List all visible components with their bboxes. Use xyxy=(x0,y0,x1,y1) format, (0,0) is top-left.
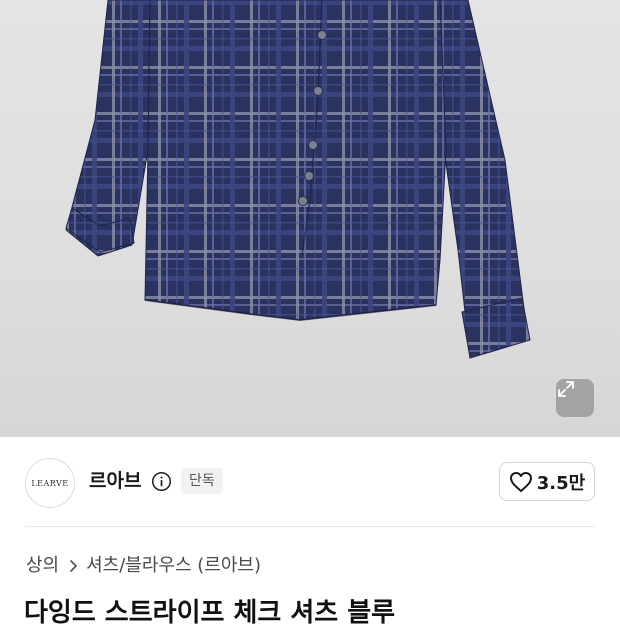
heart-icon xyxy=(509,471,532,492)
seller-name[interactable]: 르아브 xyxy=(89,469,141,493)
like-button[interactable]: 3.5만 xyxy=(499,462,595,501)
seller-logo-text: LEARVE xyxy=(31,478,69,488)
expand-image-button[interactable] xyxy=(556,379,594,417)
seller-row: LEARVE 르아브 단독 3.5만 xyxy=(0,437,620,527)
section-divider xyxy=(25,526,595,527)
info-icon[interactable] xyxy=(151,471,172,492)
product-title: 다잉드 스트라이프 체크 셔츠 블루 xyxy=(24,598,396,628)
seller-logo[interactable]: LEARVE xyxy=(25,458,75,508)
product-image[interactable] xyxy=(0,0,620,437)
exclusive-badge: 단독 xyxy=(181,468,223,494)
breadcrumb: 상의 셔츠/블라우스 (르아브) xyxy=(26,554,261,578)
breadcrumb-subcategory[interactable]: 셔츠/블라우스 (르아브) xyxy=(86,554,261,578)
expand-icon xyxy=(558,381,574,397)
like-count: 3.5만 xyxy=(536,472,586,494)
chevron-right-icon xyxy=(69,559,78,573)
shirt-illustration xyxy=(65,0,531,359)
breadcrumb-category[interactable]: 상의 xyxy=(26,554,59,578)
